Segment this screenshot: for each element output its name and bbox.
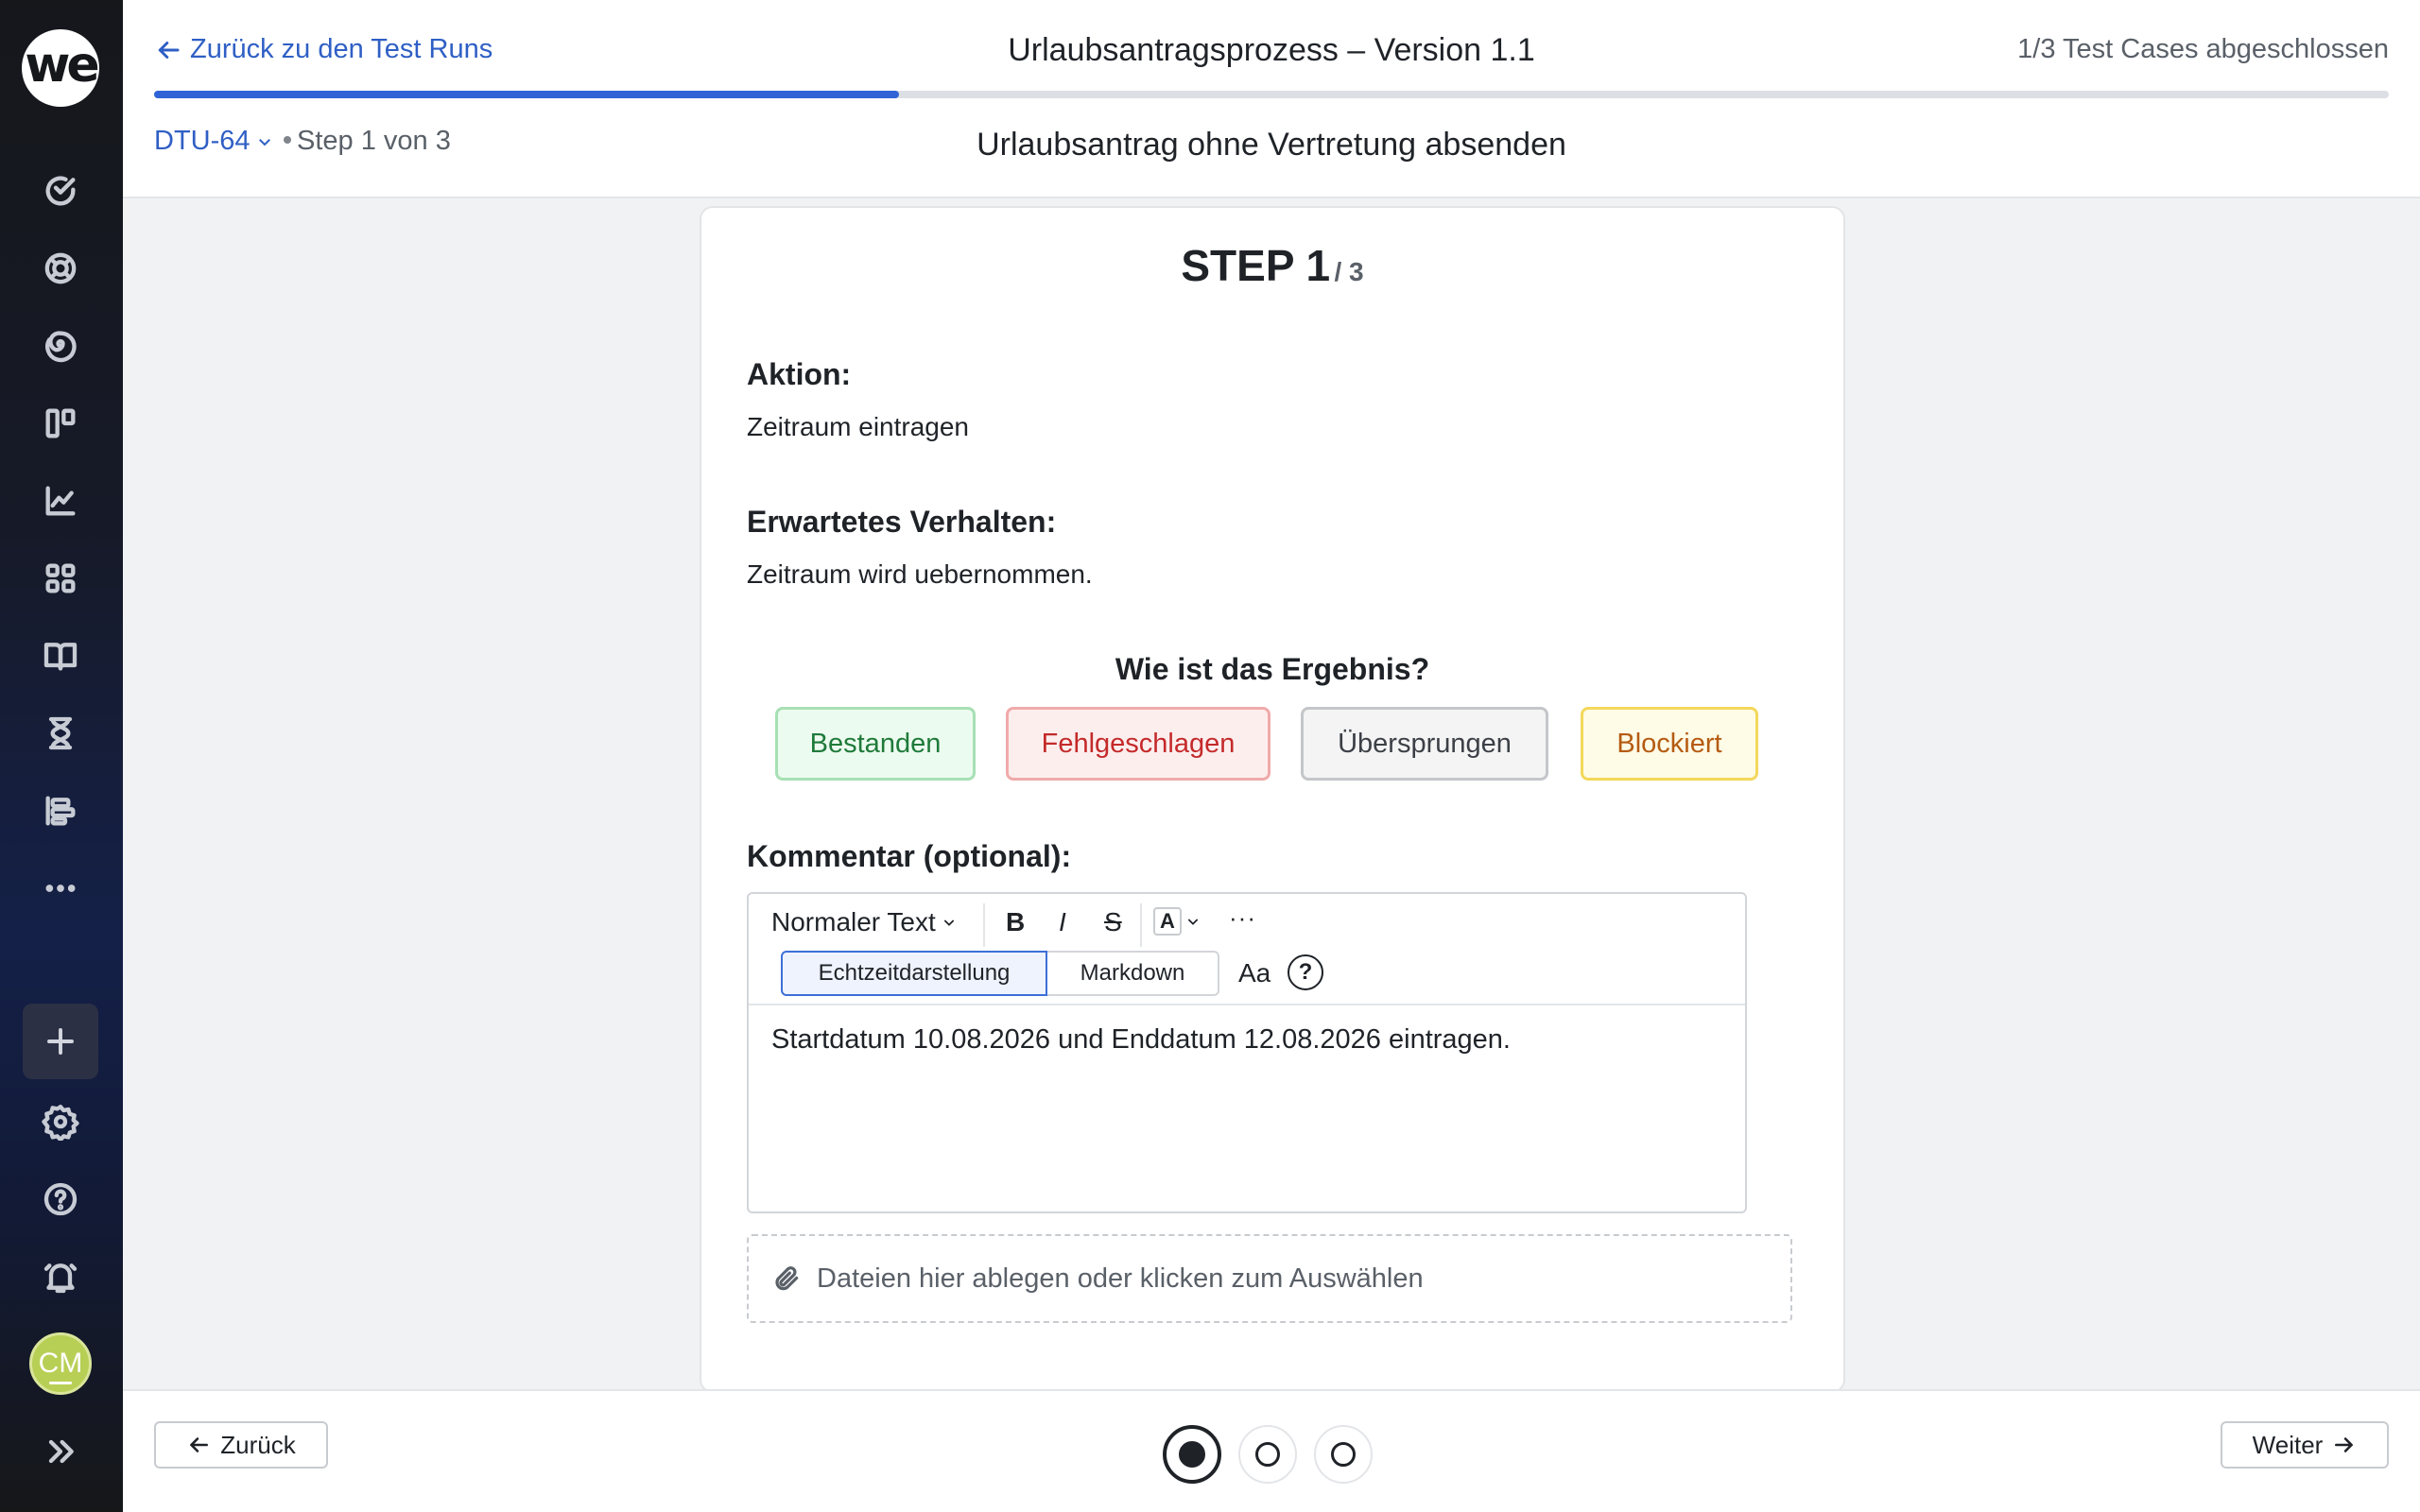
comment-label: Kommentar (optional): bbox=[747, 839, 1072, 873]
step-card: STEP 1 / 3 Aktion: Zeitraum eintragen Er… bbox=[700, 206, 1845, 1393]
arrow-left-icon bbox=[190, 1437, 209, 1452]
skipped-button[interactable]: Übersprungen bbox=[1301, 707, 1548, 781]
gear-icon[interactable] bbox=[38, 1099, 83, 1144]
spiral-icon[interactable] bbox=[38, 323, 83, 369]
text-color-dropdown[interactable]: A bbox=[1153, 907, 1201, 936]
chevron-down-icon bbox=[1187, 919, 1199, 925]
italic-button[interactable]: I bbox=[1059, 907, 1066, 937]
text-color-icon: A bbox=[1153, 907, 1182, 936]
step-number: STEP 1 bbox=[1181, 241, 1331, 290]
step-dot-marker bbox=[1255, 1442, 1280, 1467]
step-dot-marker bbox=[1179, 1441, 1205, 1468]
case-title: Urlaubsantrag ohne Vertretung absenden bbox=[977, 127, 1566, 163]
comment-text[interactable]: Startdatum 10.08.2026 und Enddatum 12.08… bbox=[771, 1024, 1511, 1056]
chevron-down-icon bbox=[943, 919, 955, 926]
step-dot-2[interactable] bbox=[1238, 1425, 1297, 1484]
step-dot-1[interactable] bbox=[1163, 1425, 1221, 1484]
progress-bar bbox=[154, 91, 2389, 98]
font-size-button[interactable]: Aa bbox=[1238, 958, 1270, 988]
board-icon[interactable] bbox=[38, 401, 83, 446]
timeline-icon[interactable] bbox=[38, 788, 83, 833]
plus-icon bbox=[47, 1028, 74, 1055]
check-circle-icon[interactable] bbox=[38, 168, 83, 214]
next-button-label: Weiter bbox=[2252, 1430, 2324, 1459]
chevrons-right-icon[interactable] bbox=[38, 1429, 83, 1474]
footer: Zurück Weiter bbox=[123, 1389, 2420, 1512]
blocked-button[interactable]: Blockiert bbox=[1581, 707, 1758, 781]
editor-help-icon[interactable]: ? bbox=[1288, 954, 1323, 990]
editor-mode-toggle: Echtzeitdarstellung Markdown bbox=[781, 951, 1219, 996]
bell-icon[interactable] bbox=[38, 1254, 83, 1299]
chart-line-icon[interactable] bbox=[38, 478, 83, 524]
expected-label: Erwartetes Verhalten: bbox=[747, 505, 1057, 539]
result-question: Wie ist das Ergebnis? bbox=[1115, 652, 1430, 686]
action-text: Zeitraum eintragen bbox=[747, 412, 970, 441]
hourglass-icon[interactable] bbox=[38, 711, 83, 756]
toolbar-divider bbox=[983, 903, 985, 947]
lifebuoy-icon[interactable] bbox=[38, 246, 83, 291]
failed-button[interactable]: Fehlgeschlagen bbox=[1006, 707, 1270, 781]
progress-fill bbox=[154, 91, 899, 98]
help-icon[interactable] bbox=[38, 1177, 83, 1222]
step-pagination bbox=[1163, 1425, 1373, 1484]
paperclip-icon bbox=[775, 1266, 799, 1291]
file-dropzone[interactable]: Dateien hier ablegen oder klicken zum Au… bbox=[747, 1234, 1792, 1323]
action-label: Aktion: bbox=[747, 357, 852, 391]
more-options-button[interactable]: ··· bbox=[1229, 903, 1256, 933]
back-button-label: Zurück bbox=[220, 1430, 296, 1459]
header: Zurück zu den Test Runs Urlaubsantragspr… bbox=[123, 0, 2420, 198]
step-total: / 3 bbox=[1334, 257, 1364, 286]
avatar-initials: CM bbox=[38, 1348, 83, 1379]
strikethrough-button[interactable]: S bbox=[1104, 907, 1122, 937]
avatar[interactable]: CM bbox=[29, 1332, 92, 1395]
avatar-status-bar bbox=[49, 1382, 72, 1384]
step-dot-marker bbox=[1331, 1442, 1356, 1467]
arrow-right-icon bbox=[2335, 1437, 2354, 1452]
passed-button[interactable]: Bestanden bbox=[775, 707, 976, 781]
logo-text: we bbox=[25, 37, 99, 94]
progress-text: 1/3 Test Cases abgeschlossen bbox=[2017, 34, 2389, 64]
editor-toolbar: Normaler Text B I S A ··· Echtzeitdarste… bbox=[749, 894, 1745, 1005]
grid-icon[interactable] bbox=[38, 556, 83, 601]
text-style-label: Normaler Text bbox=[771, 907, 936, 936]
toolbar-divider bbox=[1140, 903, 1142, 947]
text-style-dropdown[interactable]: Normaler Text bbox=[771, 907, 957, 937]
more-icon[interactable] bbox=[38, 866, 83, 911]
mode-live-button[interactable]: Echtzeitdarstellung bbox=[781, 951, 1047, 996]
step-dot-3[interactable] bbox=[1314, 1425, 1373, 1484]
expected-text: Zeitraum wird uebernommen. bbox=[747, 559, 1093, 589]
app-logo[interactable]: we bbox=[22, 29, 100, 107]
dropzone-text: Dateien hier ablegen oder klicken zum Au… bbox=[817, 1263, 1424, 1294]
mode-markdown-button[interactable]: Markdown bbox=[1047, 951, 1219, 996]
step-heading: STEP 1 / 3 bbox=[701, 240, 1843, 291]
sidebar: we CM bbox=[0, 0, 123, 1512]
bold-button[interactable]: B bbox=[1006, 907, 1025, 937]
back-button[interactable]: Zurück bbox=[154, 1421, 328, 1469]
comment-editor: Normaler Text B I S A ··· Echtzeitdarste… bbox=[747, 892, 1747, 1213]
book-icon[interactable] bbox=[38, 633, 83, 679]
next-button[interactable]: Weiter bbox=[2221, 1421, 2389, 1469]
add-button[interactable] bbox=[23, 1004, 98, 1079]
